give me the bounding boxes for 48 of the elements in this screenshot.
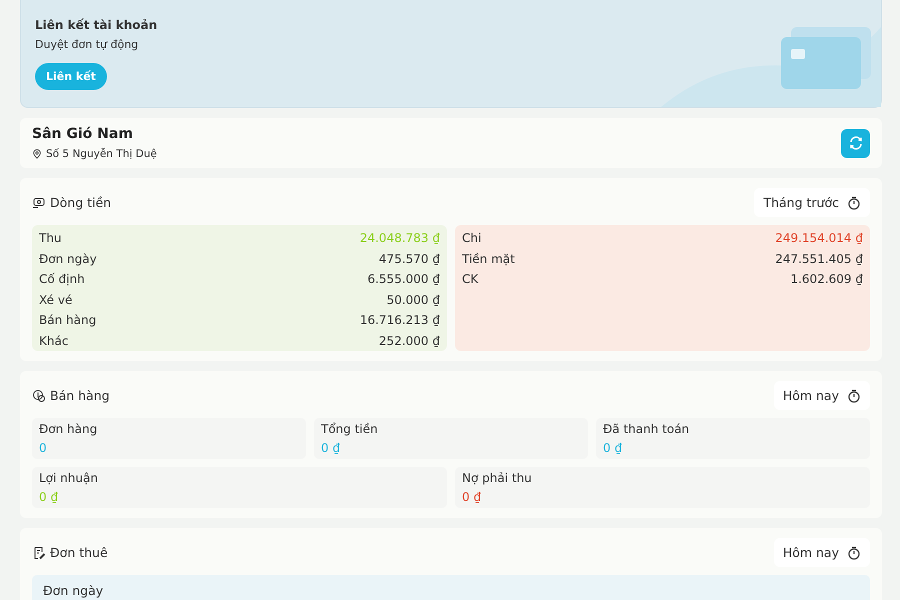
stat-value: 0 ₫: [321, 441, 342, 455]
banner-title: Liên kết tài khoản: [35, 18, 158, 32]
section-title: Dòng tiền: [50, 195, 112, 210]
venue-address: Số 5 Nguyễn Thị Duệ: [46, 148, 157, 160]
location-pin-icon: [32, 149, 42, 159]
income-total: 24.048.783 ₫: [360, 230, 440, 247]
expense-label: Chi: [462, 230, 482, 247]
row-label: Tiền mặt: [462, 250, 515, 268]
stat-label: Đã thanh toán: [603, 422, 690, 436]
row-amount: 50.000 ₫: [386, 292, 440, 309]
timer-icon: [847, 196, 861, 210]
refresh-icon: [848, 135, 864, 151]
stat-value: 0 ₫: [39, 490, 60, 504]
period-button[interactable]: Hôm nay: [774, 381, 870, 410]
row-amount: 16.716.213 ₫: [360, 312, 440, 330]
income-label: Thu: [39, 230, 62, 247]
stat-value: 0 ₫: [603, 441, 624, 455]
venue-name: Sân Gió Nam: [32, 126, 134, 142]
row-amount: 1.602.609 ₫: [790, 271, 863, 288]
group-title: Đơn ngày: [43, 583, 104, 598]
row-label: Xé vé: [39, 292, 72, 309]
row-label: CK: [462, 271, 478, 288]
row-label: Đơn ngày: [39, 250, 97, 268]
row-label: Khác: [39, 332, 68, 350]
stat-value: 0: [39, 441, 48, 455]
stat-label: Tổng tiền: [321, 422, 379, 436]
period-button[interactable]: Tháng trước: [754, 188, 870, 217]
stat-label: Đơn hàng: [39, 422, 98, 436]
note-edit-icon: [32, 546, 46, 560]
money-icon: [32, 196, 46, 210]
row-amount: 475.570 ₫: [378, 250, 440, 268]
banner-subtitle: Duyệt đơn tự động: [35, 38, 138, 51]
stat-label: Nợ phải thu: [462, 471, 533, 485]
row-amount: 247.551.405 ₫: [775, 250, 863, 268]
row-amount: 6.555.000 ₫: [367, 271, 440, 288]
refresh-button[interactable]: [841, 128, 870, 158]
timer-icon: [847, 546, 861, 560]
expense-total: 249.154.014 ₫: [775, 230, 863, 247]
section-title: Bán hàng: [50, 388, 110, 403]
row-amount: 252.000 ₫: [378, 332, 440, 350]
row-label: Cố định: [39, 271, 85, 288]
stat-label: Lợi nhuận: [39, 471, 99, 485]
coin-icon: [32, 388, 46, 402]
section-title: Đơn thuê: [50, 545, 108, 560]
timer-icon: [847, 388, 861, 402]
period-button[interactable]: Hôm nay: [774, 538, 870, 567]
row-label: Bán hàng: [39, 312, 96, 330]
stat-value: 0 ₫: [462, 490, 482, 504]
